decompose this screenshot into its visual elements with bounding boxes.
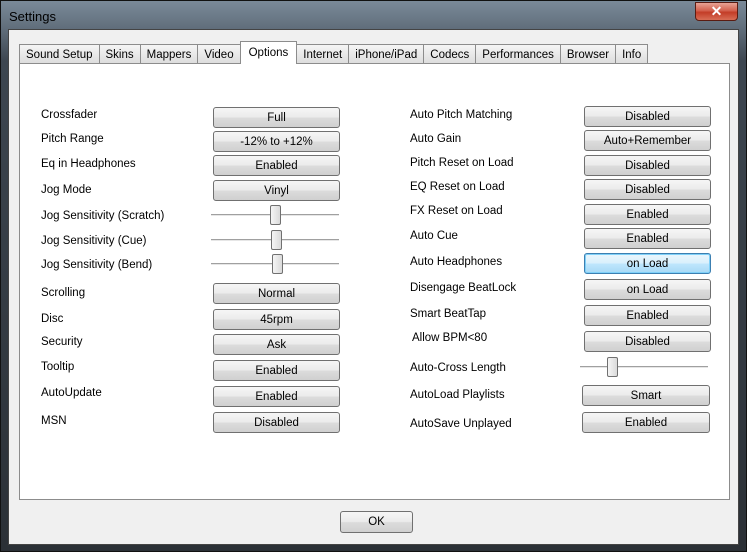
autoload-playlists-label: AutoLoad Playlists <box>410 389 505 401</box>
jog-scratch-slider[interactable] <box>211 204 339 226</box>
pitch-reset-label: Pitch Reset on Load <box>410 157 514 169</box>
jog-scratch-label: Jog Sensitivity (Scratch) <box>41 210 165 222</box>
window-title: Settings <box>9 9 56 24</box>
tab-iphone-ipad[interactable]: iPhone/iPad <box>348 44 425 64</box>
pitch-range-label: Pitch Range <box>41 133 104 145</box>
pitch-reset-button[interactable]: Disabled <box>584 155 711 176</box>
autoload-playlists-button[interactable]: Smart <box>582 385 710 406</box>
pitch-range-button[interactable]: -12% to +12% <box>213 131 340 152</box>
autosave-unplayed-button[interactable]: Enabled <box>582 412 710 433</box>
jog-cue-slider[interactable] <box>211 229 339 251</box>
auto-cue-label: Auto Cue <box>410 230 458 242</box>
auto-pitch-button[interactable]: Disabled <box>584 106 711 127</box>
jog-bend-label: Jog Sensitivity (Bend) <box>41 259 153 271</box>
crossfader-label: Crossfader <box>41 109 98 121</box>
tab-options[interactable]: Options <box>239 41 298 64</box>
dialog-body: Sound Setup Skins Mappers Video Options … <box>8 29 739 545</box>
auto-headphones-button[interactable]: on Load <box>584 253 711 274</box>
tooltip-button[interactable]: Enabled <box>213 360 340 381</box>
auto-cue-button[interactable]: Enabled <box>584 228 711 249</box>
disengage-beatlock-label: Disengage BeatLock <box>410 282 517 294</box>
scrolling-label: Scrolling <box>41 287 86 299</box>
slider-thumb[interactable] <box>270 205 281 225</box>
disc-button[interactable]: 45rpm <box>213 309 340 330</box>
smart-beattap-label: Smart BeatTap <box>410 308 487 320</box>
jog-bend-slider[interactable] <box>211 253 339 275</box>
tab-bar: Sound Setup Skins Mappers Video Options … <box>19 41 649 64</box>
eq-reset-button[interactable]: Disabled <box>584 179 711 200</box>
auto-headphones-label: Auto Headphones <box>410 256 503 268</box>
eq-reset-label: EQ Reset on Load <box>410 181 505 193</box>
jog-cue-label: Jog Sensitivity (Cue) <box>41 235 147 247</box>
allow-bpm-button[interactable]: Disabled <box>584 331 711 352</box>
ok-button[interactable]: OK <box>340 511 413 533</box>
auto-gain-button[interactable]: Auto+Remember <box>584 130 711 151</box>
allow-bpm-label: Allow BPM<80 <box>412 332 488 344</box>
tab-internet[interactable]: Internet <box>296 44 350 64</box>
fx-reset-label: FX Reset on Load <box>410 205 503 217</box>
eq-headphones-label: Eq in Headphones <box>41 158 136 170</box>
autoupdate-button[interactable]: Enabled <box>213 386 340 407</box>
tab-video[interactable]: Video <box>197 44 241 64</box>
crossfader-button[interactable]: Full <box>213 107 340 128</box>
eq-headphones-button[interactable]: Enabled <box>213 155 340 176</box>
settings-window: Settings ✕ Sound Setup Skins Mappers Vid… <box>0 0 747 552</box>
close-button[interactable]: ✕ <box>695 2 738 21</box>
fx-reset-button[interactable]: Enabled <box>584 204 711 225</box>
tab-sound-setup[interactable]: Sound Setup <box>19 44 100 64</box>
autosave-unplayed-label: AutoSave Unplayed <box>410 418 512 430</box>
smart-beattap-button[interactable]: Enabled <box>584 305 711 326</box>
autocross-length-label: Auto-Cross Length <box>410 362 506 374</box>
slider-thumb[interactable] <box>272 254 283 274</box>
tab-mappers[interactable]: Mappers <box>139 44 199 64</box>
tab-info[interactable]: Info <box>615 44 649 64</box>
slider-thumb[interactable] <box>607 357 618 377</box>
autocross-length-slider[interactable] <box>580 356 708 378</box>
close-icon: ✕ <box>710 3 723 19</box>
disc-label: Disc <box>41 313 64 325</box>
tab-performances[interactable]: Performances <box>475 44 561 64</box>
tab-codecs[interactable]: Codecs <box>423 44 477 64</box>
slider-thumb[interactable] <box>271 230 282 250</box>
tab-skins[interactable]: Skins <box>98 44 141 64</box>
slider-track <box>580 366 708 369</box>
auto-gain-label: Auto Gain <box>410 133 462 145</box>
tooltip-label: Tooltip <box>41 361 75 373</box>
security-button[interactable]: Ask <box>213 334 340 355</box>
autoupdate-label: AutoUpdate <box>41 387 102 399</box>
msn-label: MSN <box>41 415 67 427</box>
msn-button[interactable]: Disabled <box>213 412 340 433</box>
auto-pitch-label: Auto Pitch Matching <box>410 109 513 121</box>
jog-mode-label: Jog Mode <box>41 184 92 196</box>
security-label: Security <box>41 336 83 348</box>
tab-browser[interactable]: Browser <box>559 44 617 64</box>
disengage-beatlock-button[interactable]: on Load <box>584 279 711 300</box>
options-panel: Crossfader Full Pitch Range -12% to +12%… <box>19 63 730 500</box>
scrolling-button[interactable]: Normal <box>213 283 340 304</box>
jog-mode-button[interactable]: Vinyl <box>213 180 340 201</box>
